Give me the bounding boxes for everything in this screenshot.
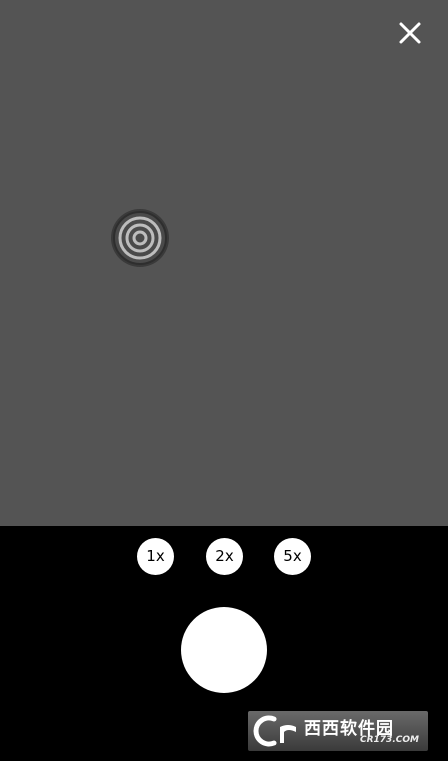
cr-logo-icon: [253, 715, 296, 747]
focus-target-icon: [110, 208, 170, 268]
zoom-2x-button[interactable]: 2x: [206, 538, 243, 575]
close-icon: [399, 22, 421, 44]
shutter-button[interactable]: [181, 607, 267, 693]
watermark-logo: 西西软件园 CR173.COM: [248, 711, 428, 751]
watermark-subtext: CR173.COM: [360, 735, 419, 745]
camera-screen: 1x 2x 5x 西西软件园 CR173.COM: [0, 0, 448, 761]
camera-viewfinder[interactable]: [0, 0, 448, 526]
zoom-5x-button[interactable]: 5x: [274, 538, 311, 575]
zoom-1x-button[interactable]: 1x: [137, 538, 174, 575]
close-button[interactable]: [394, 17, 426, 49]
